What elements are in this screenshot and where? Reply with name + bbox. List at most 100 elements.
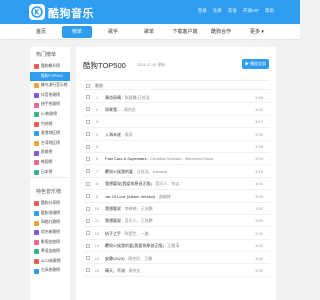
song-title-cell[interactable]: 我想要说 - 音乐人、王苏鹏: [105, 218, 153, 224]
nav-tab[interactable]: 下载客户端: [170, 26, 200, 38]
song-checkbox[interactable]: [86, 95, 90, 99]
sidebar-chart-item[interactable]: 台湾地区榜: [30, 139, 70, 149]
song-row[interactable]: 12 执子之手 - 陈楚生、一路 3:41: [83, 227, 270, 240]
song-artist[interactable]: - 陈楚生、一路: [122, 231, 148, 236]
nav-tab[interactable]: 歌手: [98, 26, 128, 38]
song-title-cell[interactable]: 晴也丽晴 - 张碧晨/汪苏泷: [105, 95, 150, 101]
sidebar-chart-item[interactable]: 酷狗分享榜: [30, 199, 70, 209]
select-all-checkbox[interactable]: [86, 84, 90, 88]
song-title-cell[interactable]: 覆如火候我的爱(我爱你原创正版) - 王雅涛: [105, 243, 179, 249]
song-row[interactable]: 1 晴也丽晴 - 张碧晨/汪苏泷 2:58: [83, 91, 270, 104]
song-title[interactable]: 如果我...: [105, 107, 120, 112]
sidebar-chart-item[interactable]: 酷狗飙升榜: [30, 62, 70, 72]
song-checkbox[interactable]: [86, 132, 90, 137]
song-checkbox[interactable]: [86, 119, 90, 124]
song-checkbox[interactable]: [86, 268, 90, 273]
song-title[interactable]: 我想要说: [105, 206, 121, 211]
song-row[interactable]: 13 覆如火候我的爱(我爱你原创正版) - 王雅涛 4:02: [83, 240, 270, 253]
song-row[interactable]: 5 3:28: [83, 141, 270, 153]
sidebar-chart-item[interactable]: 抖音热歌榜: [30, 91, 70, 101]
sidebar-chart-item[interactable]: 香港地区榜: [30, 129, 70, 139]
top-link[interactable]: 充值: [228, 8, 237, 14]
sidebar-chart-item[interactable]: 古风热歌榜: [30, 266, 70, 276]
song-title[interactable]: 执子之手: [105, 231, 121, 236]
song-row[interactable]: 11 我想要说 - 音乐人、王苏鹏 3:59: [83, 215, 270, 228]
song-title[interactable]: Jar Of Love (Album Version): [105, 194, 155, 199]
song-checkbox[interactable]: [86, 218, 90, 223]
sidebar-chart-item[interactable]: ACG新歌榜: [30, 257, 70, 267]
song-artist[interactable]: - 音乐人、何洁: [153, 181, 179, 186]
song-title[interactable]: 晴天、不流: [105, 268, 125, 273]
nav-tab[interactable]: 歌单: [134, 26, 164, 38]
song-row[interactable]: 7 覆如火候我的爱 - 汪苏泷、Dannick 3:16: [83, 165, 270, 178]
song-artist[interactable]: - 王雅涛: [165, 243, 179, 248]
song-row[interactable]: 14 安静(2023) - 周杰伦、王雅 3:52: [83, 252, 270, 265]
song-row[interactable]: 3 3:17: [83, 116, 270, 129]
sidebar-chart-item[interactable]: DJ热歌榜: [30, 110, 70, 120]
kugou-logo-icon[interactable]: [29, 4, 45, 20]
sidebar-chart-item[interactable]: 粤语金曲榜: [30, 247, 70, 257]
top-link[interactable]: 开通VIP: [243, 8, 259, 14]
song-checkbox[interactable]: [86, 169, 90, 174]
song-title[interactable]: 入海未遂: [105, 132, 121, 137]
song-title[interactable]: 我想要说: [105, 218, 121, 223]
song-artist[interactable]: - 周杰伦、王雅: [126, 256, 152, 261]
song-row[interactable]: 6 Fast Cars & Superstars - Christian Wuns…: [83, 153, 270, 166]
song-checkbox[interactable]: [86, 194, 90, 199]
song-checkbox[interactable]: [86, 144, 90, 149]
song-artist[interactable]: - 音乐人、王苏鹏: [122, 218, 152, 223]
song-title-cell[interactable]: 安静(2023) - 周杰伦、王雅: [105, 256, 152, 262]
sidebar-chart-item[interactable]: 欧美榜: [30, 148, 70, 158]
sidebar-chart-item[interactable]: 快手热歌榜: [30, 100, 70, 110]
song-artist[interactable]: - 汪苏泷、Dannick: [134, 169, 167, 174]
top-link[interactable]: 帮助: [265, 8, 274, 14]
song-row[interactable]: 2 如果我... - 周杰伦 4:02: [83, 103, 270, 116]
song-title-cell[interactable]: Fast Cars & Superstars - Christian Wunsc…: [105, 156, 213, 162]
song-artist[interactable]: - 张碧晨/汪苏泷: [122, 95, 150, 100]
song-artist[interactable]: - 李晓婷、王苏鹏: [122, 206, 152, 211]
play-all-button[interactable]: ▶ 播放全部: [242, 59, 269, 69]
song-title-cell[interactable]: Jar Of Love (Album Version) - 曲婉婷: [105, 194, 171, 200]
nav-tab[interactable]: 更多 ▾: [242, 26, 272, 38]
top-link[interactable]: 登录: [198, 8, 207, 14]
song-checkbox[interactable]: [86, 156, 90, 161]
song-artist[interactable]: - 曲婉婷: [156, 194, 170, 199]
song-row[interactable]: 15 晴天、不流 - 周杰伦 3:20: [83, 264, 270, 277]
song-title-cell[interactable]: 我想要说(我爱你原创正版) - 音乐人、何洁: [105, 181, 179, 187]
song-checkbox[interactable]: [86, 256, 90, 261]
song-title-cell[interactable]: 覆如火候我的爱 - 汪苏泷、Dannick: [105, 169, 167, 175]
song-artist[interactable]: - 周深: [122, 132, 132, 137]
song-title[interactable]: 晴也丽晴: [105, 95, 121, 100]
song-checkbox[interactable]: [86, 181, 90, 186]
song-artist[interactable]: - Christian Wunsch、Benoemd Haus: [148, 156, 213, 161]
song-title-cell[interactable]: 晴天、不流 - 周杰伦: [105, 268, 141, 274]
song-checkbox[interactable]: [86, 243, 90, 248]
nav-tab[interactable]: 榜单: [62, 26, 92, 38]
song-title[interactable]: 安静(2023): [105, 256, 125, 261]
song-checkbox[interactable]: [86, 231, 90, 236]
song-row[interactable]: 9 Jar Of Love (Album Version) - 曲婉婷 3:49: [83, 190, 270, 203]
sidebar-chart-item[interactable]: 内地榜: [30, 120, 70, 130]
sidebar-chart-item[interactable]: 酷狗说唱榜: [30, 209, 70, 219]
sidebar-chart-item[interactable]: 酷狗TOP500: [30, 71, 70, 82]
song-title[interactable]: 覆如火候我的爱: [105, 169, 133, 174]
song-title[interactable]: 我想要说(我爱你原创正版): [105, 181, 152, 186]
sidebar-chart-item[interactable]: 韩国榜: [30, 158, 70, 168]
nav-tab[interactable]: 酷狗合作: [206, 26, 236, 38]
song-checkbox[interactable]: [86, 206, 90, 211]
top-link[interactable]: 注册: [213, 8, 222, 14]
song-row[interactable]: 8 我想要说(我爱你原创正版) - 音乐人、何洁 4:01: [83, 178, 270, 191]
sidebar-chart-item[interactable]: 综艺新歌榜: [30, 228, 70, 238]
sidebar-chart-item[interactable]: 蜂鸟流行音乐榜: [30, 81, 70, 91]
song-title-cell[interactable]: 入海未遂 - 周深: [105, 132, 133, 138]
song-row[interactable]: 10 我想要说 - 李晓婷、王苏鹏 3:51: [83, 203, 270, 215]
song-checkbox[interactable]: [86, 107, 90, 112]
song-artist[interactable]: - 周杰伦: [121, 107, 135, 112]
sidebar-chart-item[interactable]: 影视金曲榜: [30, 238, 70, 248]
song-artist[interactable]: - 周杰伦: [126, 268, 140, 273]
song-title[interactable]: 覆如火候我的爱(我爱你原创正版): [105, 243, 164, 248]
song-title[interactable]: Fast Cars & Superstars: [105, 156, 147, 161]
sidebar-chart-item[interactable]: 网络红歌榜: [30, 218, 70, 228]
song-title-cell[interactable]: 我想要说 - 李晓婷、王苏鹏: [105, 206, 153, 212]
song-title-cell[interactable]: 执子之手 - 陈楚生、一路: [105, 231, 149, 237]
